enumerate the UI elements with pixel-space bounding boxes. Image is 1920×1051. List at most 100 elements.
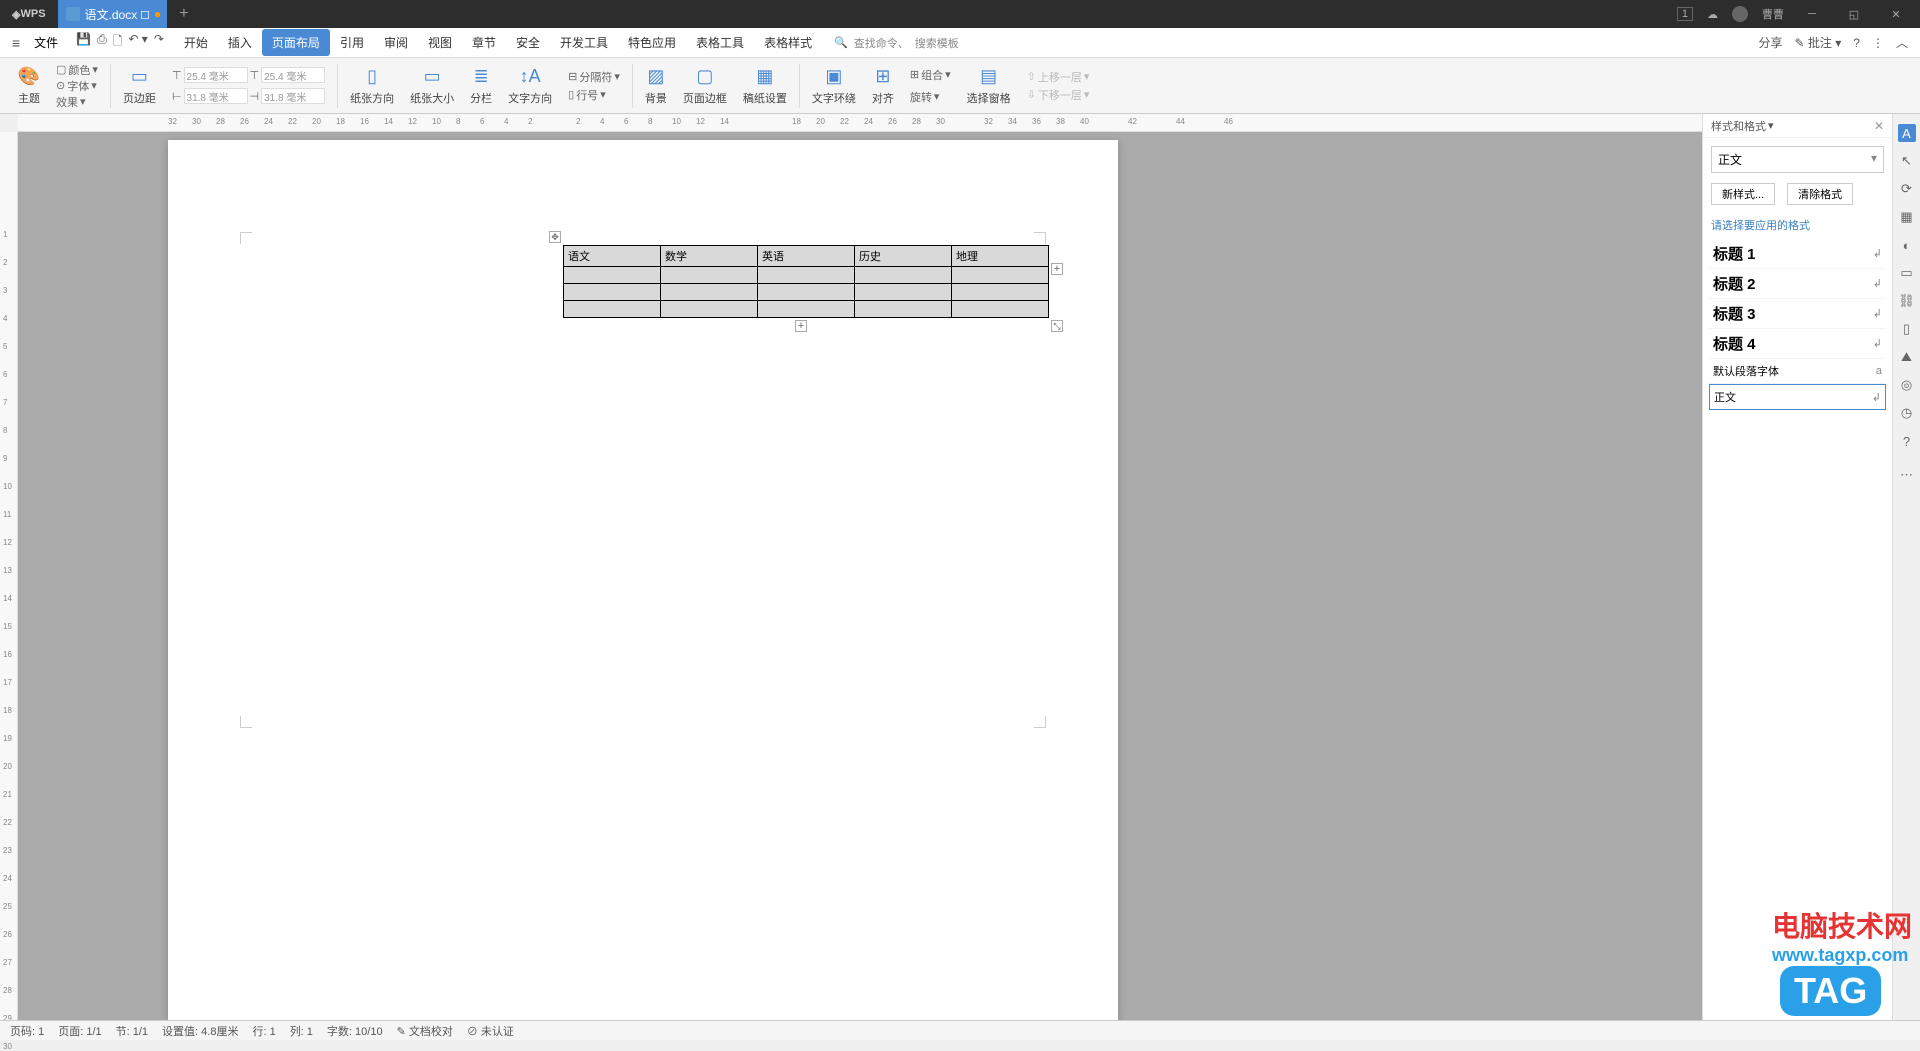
background-button[interactable]: ▨背景 (645, 66, 667, 106)
target-side-icon[interactable]: ◎ (1898, 376, 1916, 394)
refresh-side-icon[interactable]: ⟳ (1898, 180, 1916, 198)
lineno-button[interactable]: ▯ 行号 ▾ (568, 86, 606, 104)
help-icon[interactable]: ? (1853, 36, 1860, 50)
align-button[interactable]: ⊞对齐 (872, 66, 894, 106)
layout-side-icon[interactable]: ▦ (1898, 208, 1916, 226)
avatar[interactable] (1732, 6, 1748, 22)
print-icon[interactable]: ⎙ (97, 32, 107, 53)
table-cell[interactable]: 地理 (952, 246, 1049, 267)
new-style-button[interactable]: 新样式... (1711, 183, 1775, 205)
file-menu[interactable]: 文件 (26, 34, 66, 51)
style-item[interactable]: 标题 3↲ (1709, 299, 1886, 329)
clear-format-button[interactable]: 清除格式 (1787, 183, 1853, 205)
current-style-select[interactable]: 正文 ▾ (1711, 146, 1884, 173)
direction-button[interactable]: ↕A文字方向 (508, 66, 552, 106)
style-item[interactable]: 标题 1↲ (1709, 239, 1886, 269)
help-side-icon[interactable]: ? (1898, 432, 1916, 450)
command-search[interactable]: 🔍 查找命令、 搜索模板 (834, 35, 959, 51)
table-cell[interactable] (855, 284, 952, 301)
style-item[interactable]: 默认段落字体a (1709, 359, 1886, 384)
table-cell[interactable] (758, 284, 855, 301)
margin-top-input[interactable] (184, 67, 248, 83)
table-cell[interactable] (661, 284, 758, 301)
collapse-ribbon-icon[interactable]: ︿ (1896, 34, 1908, 51)
status-section[interactable]: 节: 1/1 (116, 1023, 148, 1039)
more-side-icon[interactable]: ⋯ (1898, 466, 1916, 484)
status-proof[interactable]: ✎ 文档校对 (397, 1023, 453, 1039)
select-side-icon[interactable]: ↖ (1898, 152, 1916, 170)
margin-top[interactable]: ⊤ ⊤ (172, 66, 325, 84)
combine-button[interactable]: ⊞ 组合 ▾ (910, 66, 951, 84)
style-item[interactable]: 正文↲ (1709, 384, 1886, 410)
margin-left[interactable]: ⊢ ⊣ (172, 87, 325, 105)
table-move-handle[interactable]: ✥ (549, 231, 561, 243)
pane-button[interactable]: ▤选择窗格 (967, 66, 1011, 106)
table-cell[interactable]: 英语 (758, 246, 855, 267)
redo-icon[interactable]: ↷ (154, 32, 164, 53)
ribbon-tab-4[interactable]: 审阅 (374, 29, 418, 56)
maximize-button[interactable]: ◱ (1840, 8, 1868, 21)
table-resize-handle[interactable]: ⤡ (1051, 320, 1063, 332)
status-words[interactable]: 字数: 10/10 (327, 1023, 383, 1039)
page-margin-button[interactable]: ▭页边距 (123, 66, 156, 106)
table-row[interactable]: 语文 数学 英语 历史 地理 (564, 246, 1049, 267)
effect-button[interactable]: 效果 ▾ (56, 94, 86, 110)
margin-left-input[interactable] (184, 88, 248, 104)
ribbon-tab-2[interactable]: 页面布局 (262, 29, 330, 56)
status-pages[interactable]: 页面: 1/1 (58, 1023, 101, 1039)
more-icon[interactable]: ⋮ (1872, 36, 1884, 50)
status-pageno[interactable]: 页码: 1 (10, 1023, 44, 1039)
size-button[interactable]: ▭纸张大小 (410, 66, 454, 106)
table-cell[interactable] (564, 284, 661, 301)
ribbon-tab-1[interactable]: 插入 (218, 29, 262, 56)
app-logo[interactable]: ◈ WPS (0, 0, 58, 28)
save-icon[interactable]: 💾 (76, 32, 91, 53)
tab-close-icon[interactable]: ● (154, 7, 161, 21)
table-add-column-handle[interactable]: + (1051, 263, 1063, 275)
columns-button[interactable]: ≣分栏 (470, 66, 492, 106)
color-button[interactable]: ▢ 颜色 ▾ (56, 62, 98, 78)
table-add-row-handle[interactable]: + (795, 320, 807, 332)
doc-side-icon[interactable]: ▯ (1898, 320, 1916, 338)
table-cell[interactable] (952, 301, 1049, 318)
textwrap-button[interactable]: ▣文字环绕 (812, 66, 856, 106)
share-button[interactable]: 分享 (1759, 34, 1783, 51)
undo-icon[interactable]: ↶ ▾ (128, 32, 147, 53)
table-cell[interactable] (952, 267, 1049, 284)
table-row[interactable] (564, 284, 1049, 301)
vertical-ruler[interactable]: 1234567891011121314151617181920212223242… (0, 132, 18, 1020)
link-side-icon[interactable]: ⛓ (1898, 292, 1916, 310)
status-line[interactable]: 行: 1 (252, 1023, 275, 1039)
table-cell[interactable] (855, 267, 952, 284)
border-button[interactable]: ▢页面边框 (683, 66, 727, 106)
badge[interactable]: 1 (1677, 7, 1693, 21)
table-cell[interactable] (855, 301, 952, 318)
document-table[interactable]: 语文 数学 英语 历史 地理 (563, 245, 1049, 318)
table-cell[interactable]: 数学 (661, 246, 758, 267)
cloud-icon[interactable]: ☁ (1707, 8, 1718, 21)
table-cell[interactable] (564, 301, 661, 318)
ribbon-tab-0[interactable]: 开始 (174, 29, 218, 56)
ribbon-tab-3[interactable]: 引用 (330, 29, 374, 56)
grid-button[interactable]: ▦稿纸设置 (743, 66, 787, 106)
user-name[interactable]: 曹曹 (1762, 6, 1784, 22)
table-row[interactable] (564, 301, 1049, 318)
separator-button[interactable]: ⊟ 分隔符 ▾ (568, 68, 620, 86)
status-col[interactable]: 列: 1 (290, 1023, 313, 1039)
font-button[interactable]: ⊙ 字体 ▾ (56, 78, 97, 94)
clock-side-icon[interactable]: ◷ (1898, 404, 1916, 422)
page[interactable]: ✥ 语文 数学 英语 历史 地理 + + ⤡ (168, 140, 1118, 1020)
rotate-button[interactable]: 旋转 ▾ (910, 88, 940, 106)
close-button[interactable]: ✕ (1882, 8, 1910, 21)
status-auth[interactable]: ⊘ 未认证 (467, 1023, 514, 1039)
clipboard-side-icon[interactable]: ▭ (1898, 264, 1916, 282)
ribbon-tab-10[interactable]: 表格工具 (686, 29, 754, 56)
shapes-side-icon[interactable]: ◐ (1898, 236, 1916, 254)
table-cell[interactable] (564, 267, 661, 284)
new-tab-button[interactable]: + (167, 5, 200, 23)
style-item[interactable]: 标题 2↲ (1709, 269, 1886, 299)
table-cell[interactable] (661, 301, 758, 318)
ribbon-tab-9[interactable]: 特色应用 (618, 29, 686, 56)
panel-close-button[interactable]: ✕ (1874, 119, 1884, 133)
table-row[interactable] (564, 267, 1049, 284)
